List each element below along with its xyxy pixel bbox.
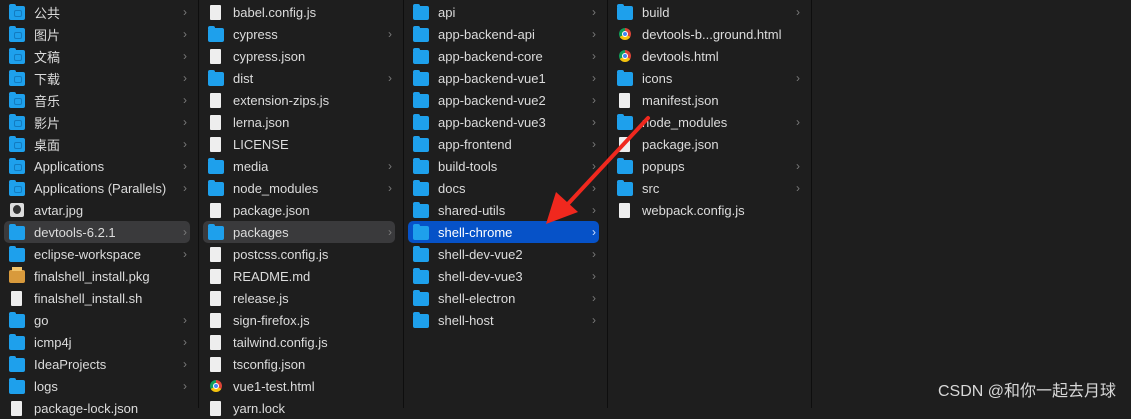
arrow-shaft (564, 116, 650, 208)
annotation-arrow (546, 116, 650, 224)
watermark: CSDN @和你一起去月球 (937, 383, 1116, 400)
